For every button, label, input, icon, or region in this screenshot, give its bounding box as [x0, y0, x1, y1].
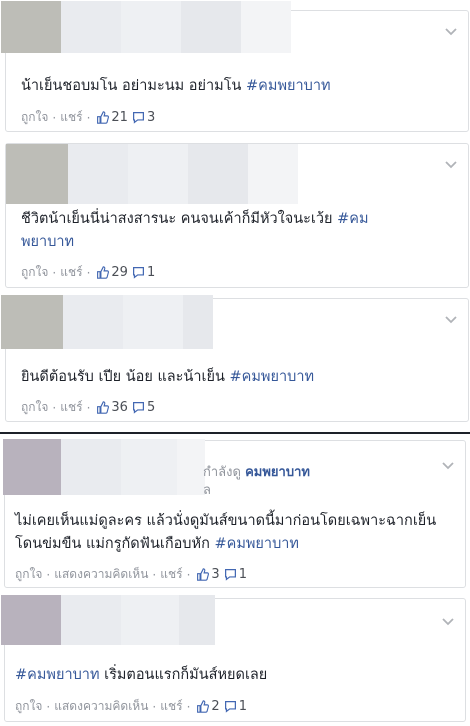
comment-card: กำลังดู คมพยาบาท ล ไม่เคยเห็นแม่ดูละคร แ… — [3, 439, 466, 588]
speech-bubble-icon — [224, 700, 237, 713]
chevron-down-icon[interactable] — [444, 25, 458, 39]
hashtag-link[interactable]: #คมพยาบาท — [214, 536, 299, 552]
like-link[interactable]: ถูกใจ — [15, 697, 42, 716]
blurred-header — [3, 439, 205, 495]
comment-text: ชีวิตน้าเย็นนี่น่าสงสารนะ คนจนเค้าก็มีหั… — [21, 211, 369, 250]
blurred-header — [6, 144, 298, 204]
share-link[interactable]: แชร์ — [160, 697, 182, 716]
comment-text: ยินดีต้อนรับ เปีย น้อย และน้าเย็น #คมพยา… — [21, 369, 315, 385]
share-link[interactable]: แชร์ — [60, 263, 82, 282]
hashtag-link[interactable]: #คมพยาบาท — [230, 369, 315, 385]
avatar[interactable] — [6, 144, 68, 204]
watching-status-overflow: ล — [203, 483, 211, 498]
like-count: 29 — [111, 265, 128, 280]
comment-text: ไม่เคยเห็นแม่ดูละคร แล้วนั่งดูมันส์ขนาดน… — [15, 513, 437, 552]
reply-count: 1 — [146, 265, 156, 280]
comment-actions: ถูกใจ · แสดงความคิดเห็น · แชร์ · 2 1 — [15, 697, 247, 716]
divider — [0, 432, 470, 434]
comment-card: น้าเย็นชอบมโน อย่ามะนม อย่ามโน #คมพยาบาท… — [1, 1, 469, 132]
hashtag-link[interactable]: #คมพยาบาท — [15, 667, 100, 683]
avatar[interactable] — [1, 295, 63, 349]
comment-text: น้าเย็นชอบมโน อย่ามะนม อย่ามโน #คมพยาบาท — [21, 78, 331, 94]
comment-actions: ถูกใจ · แชร์ · 36 5 — [21, 398, 156, 417]
avatar[interactable] — [1, 595, 61, 645]
thumbs-up-icon — [196, 568, 210, 581]
avatar[interactable] — [3, 439, 61, 495]
comment-card: ยินดีต้อนรับ เปีย น้อย และน้าเย็น #คมพยา… — [1, 295, 469, 422]
thumbs-up-icon — [96, 401, 110, 414]
blurred-header — [1, 595, 215, 645]
share-link[interactable]: แชร์ — [60, 398, 82, 417]
chevron-down-icon[interactable] — [444, 313, 458, 327]
comment-actions: ถูกใจ · แชร์ · 29 1 — [21, 263, 156, 282]
chevron-down-icon[interactable] — [444, 158, 458, 172]
thumbs-up-icon — [96, 266, 110, 279]
like-link[interactable]: ถูกใจ — [21, 398, 48, 417]
comment-text: #คมพยาบาท เริ่มตอนแรกก็มันส์หยดเลย — [15, 667, 268, 683]
chevron-down-icon[interactable] — [441, 459, 455, 473]
speech-bubble-icon — [132, 111, 145, 124]
speech-bubble-icon — [132, 266, 145, 279]
speech-bubble-icon — [132, 401, 145, 414]
like-link[interactable]: ถูกใจ — [21, 108, 48, 127]
comment-card: #คมพยาบาท เริ่มตอนแรกก็มันส์หยดเลย ถูกใจ… — [1, 595, 466, 722]
like-count: 21 — [111, 110, 128, 125]
comment-card: ชีวิตน้าเย็นนี่น่าสงสารนะ คนจนเค้าก็มีหั… — [5, 143, 469, 288]
blurred-header — [1, 1, 291, 53]
like-count: 2 — [211, 699, 220, 714]
show-link[interactable]: คมพยาบาท — [245, 465, 310, 480]
like-count: 3 — [211, 567, 220, 582]
speech-bubble-icon — [224, 568, 237, 581]
share-link[interactable]: แชร์ — [160, 565, 182, 584]
like-link[interactable]: ถูกใจ — [15, 565, 42, 584]
reply-count: 1 — [238, 567, 247, 582]
watching-status: กำลังดู คมพยาบาท — [203, 465, 310, 480]
thumbs-up-icon — [96, 111, 110, 124]
avatar[interactable] — [1, 1, 61, 53]
chevron-down-icon[interactable] — [441, 615, 455, 629]
comment-link[interactable]: แสดงความคิดเห็น — [54, 565, 148, 584]
comment-actions: ถูกใจ · แสดงความคิดเห็น · แชร์ · 3 1 — [15, 565, 247, 584]
comment-actions: ถูกใจ · แชร์ · 21 3 — [21, 108, 156, 127]
thumbs-up-icon — [196, 700, 210, 713]
comment-link[interactable]: แสดงความคิดเห็น — [54, 697, 148, 716]
like-count: 36 — [111, 400, 128, 415]
blurred-header — [1, 295, 213, 349]
share-link[interactable]: แชร์ — [60, 108, 82, 127]
hashtag-link[interactable]: #คมพยาบาท — [246, 78, 331, 94]
reply-count: 5 — [146, 400, 156, 415]
reply-count: 3 — [146, 110, 156, 125]
reply-count: 1 — [238, 699, 247, 714]
like-link[interactable]: ถูกใจ — [21, 263, 48, 282]
